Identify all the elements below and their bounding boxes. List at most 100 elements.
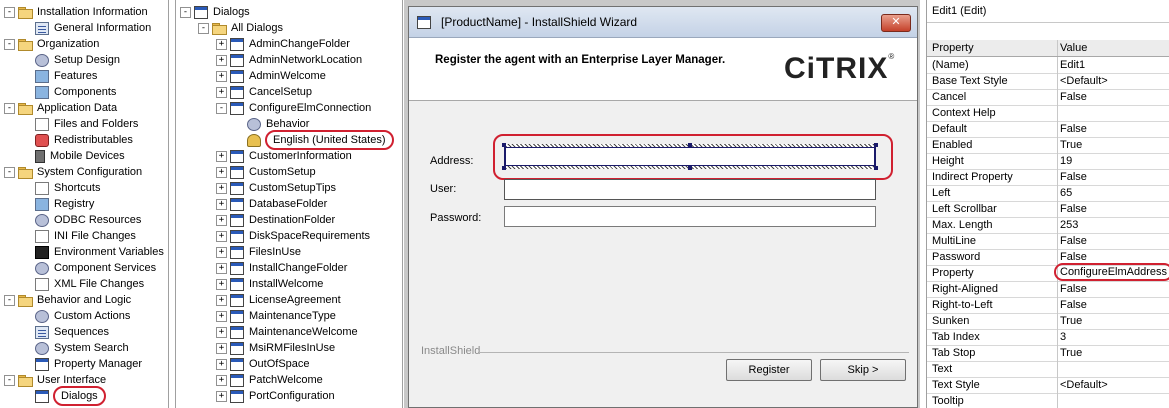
property-row[interactable]: (Name) Edit1 — [927, 57, 1169, 74]
skip-button[interactable]: Skip > — [820, 359, 906, 381]
property-row[interactable]: Indirect Property False — [927, 169, 1169, 186]
tree-item[interactable]: + CustomerInformation — [216, 148, 353, 164]
expand-toggle-icon[interactable]: + — [216, 374, 227, 386]
tree-item[interactable]: General Information — [35, 20, 152, 36]
collapse-toggle-icon[interactable]: - — [4, 374, 15, 386]
tree-item[interactable]: - Installation Information — [4, 4, 149, 20]
tree-item[interactable]: Property Manager — [35, 356, 143, 372]
expand-toggle-icon[interactable]: + — [216, 230, 227, 242]
expand-toggle-icon[interactable]: + — [216, 262, 227, 274]
tree-item[interactable]: + MaintenanceType — [216, 308, 337, 324]
property-row[interactable]: Tab Index 3 — [927, 329, 1169, 346]
property-value[interactable]: False — [1060, 281, 1087, 297]
tree-item[interactable]: - Dialogs — [180, 4, 251, 20]
property-value[interactable]: False — [1060, 233, 1087, 249]
tree-item[interactable]: Mobile Devices — [35, 148, 126, 164]
collapse-toggle-icon[interactable]: - — [4, 294, 15, 306]
expand-toggle-icon[interactable]: + — [216, 326, 227, 338]
property-row[interactable]: Text — [927, 361, 1169, 378]
tree-item[interactable]: Files and Folders — [35, 116, 139, 132]
password-field[interactable] — [504, 206, 876, 227]
property-row[interactable]: Cancel False — [927, 89, 1169, 106]
wizard-dialog-preview[interactable]: [ProductName] - InstallShield Wizard ✕ R… — [408, 6, 918, 408]
expand-toggle-icon[interactable]: + — [216, 246, 227, 258]
tree-item[interactable]: System Search — [35, 340, 130, 356]
tree-item[interactable]: Component Services — [35, 260, 157, 276]
tree-item[interactable]: + LicenseAgreement — [216, 292, 342, 308]
expand-toggle-icon[interactable]: + — [216, 390, 227, 402]
tree-item[interactable]: + CustomSetup — [216, 164, 317, 180]
tree-item[interactable]: + PatchWelcome — [216, 372, 324, 388]
property-value[interactable]: ConfigureElmAddress — [1054, 263, 1169, 281]
dialogs-tree[interactable]: - Dialogs - All Dialogs + AdminChangeFolder + A… — [175, 0, 403, 408]
expand-toggle-icon[interactable]: + — [216, 278, 227, 290]
property-value[interactable]: True — [1060, 313, 1082, 329]
address-field[interactable] — [502, 143, 878, 170]
tree-item[interactable]: - Application Data — [4, 100, 118, 116]
column-header-value[interactable]: Value — [1060, 40, 1087, 56]
column-header-property[interactable]: Property — [932, 40, 1057, 56]
property-row[interactable]: Left Scrollbar False — [927, 201, 1169, 218]
tree-item[interactable]: + DatabaseFolder — [216, 196, 328, 212]
property-row[interactable]: Height 19 — [927, 153, 1169, 170]
collapse-toggle-icon[interactable]: - — [4, 102, 15, 114]
collapse-toggle-icon[interactable]: - — [4, 38, 15, 50]
property-value[interactable]: <Default> — [1060, 377, 1108, 393]
tree-item[interactable]: Registry — [35, 196, 95, 212]
tree-item[interactable]: + FilesInUse — [216, 244, 302, 260]
expand-toggle-icon[interactable]: + — [216, 342, 227, 354]
tree-item[interactable]: + PortConfiguration — [216, 388, 336, 404]
resize-handle[interactable] — [874, 143, 878, 147]
property-row[interactable]: Enabled True — [927, 137, 1169, 154]
expand-toggle-icon[interactable]: + — [216, 70, 227, 82]
tree-item[interactable]: Environment Variables — [35, 244, 165, 260]
tree-item[interactable]: + MaintenanceWelcome — [216, 324, 359, 340]
resize-handle[interactable] — [502, 143, 506, 147]
tree-item[interactable]: - ConfigureElmConnection — [216, 100, 372, 116]
property-row[interactable]: Max. Length 253 — [927, 217, 1169, 234]
tree-item[interactable]: ODBC Resources — [35, 212, 142, 228]
property-value[interactable]: False — [1060, 121, 1087, 137]
property-row[interactable]: Sunken True — [927, 313, 1169, 330]
tree-item[interactable]: + AdminNetworkLocation — [216, 52, 363, 68]
expand-toggle-icon[interactable]: + — [216, 294, 227, 306]
property-value[interactable]: <Default> — [1060, 73, 1108, 89]
property-row[interactable]: Tab Stop True — [927, 345, 1169, 362]
resize-handle[interactable] — [874, 166, 878, 170]
user-field[interactable] — [504, 179, 876, 200]
tree-item[interactable]: Setup Design — [35, 52, 121, 68]
expand-toggle-icon[interactable]: + — [216, 358, 227, 370]
tree-item[interactable]: - All Dialogs — [198, 20, 284, 36]
property-row[interactable]: Right-Aligned False — [927, 281, 1169, 298]
property-grid[interactable]: Edit1 (Edit) Property Value (Name) Edit1 B… — [926, 0, 1169, 408]
property-value[interactable]: 253 — [1060, 217, 1078, 233]
resize-handle[interactable] — [688, 166, 692, 170]
tree-item[interactable]: + AdminChangeFolder — [216, 36, 351, 52]
tree-item[interactable]: Dialogs — [35, 386, 106, 406]
property-value[interactable]: Edit1 — [1060, 57, 1085, 73]
expand-toggle-icon[interactable]: + — [216, 310, 227, 322]
expand-toggle-icon[interactable]: + — [216, 150, 227, 162]
tree-item[interactable]: Features — [35, 68, 98, 84]
property-value[interactable]: True — [1060, 137, 1082, 153]
tree-item[interactable]: XML File Changes — [35, 276, 145, 292]
collapse-toggle-icon[interactable]: - — [4, 166, 15, 178]
property-row[interactable]: Default False — [927, 121, 1169, 138]
property-value[interactable]: False — [1060, 297, 1087, 313]
expand-toggle-icon[interactable]: + — [216, 86, 227, 98]
property-row[interactable]: Text Style <Default> — [927, 377, 1169, 394]
property-value[interactable]: False — [1060, 89, 1087, 105]
tree-item[interactable]: + MsiRMFilesInUse — [216, 340, 336, 356]
tree-item[interactable]: Custom Actions — [35, 308, 131, 324]
tree-item[interactable]: + InstallWelcome — [216, 276, 324, 292]
expand-toggle-icon[interactable]: + — [216, 182, 227, 194]
tree-item[interactable]: Components — [35, 84, 117, 100]
installation-designer-tree[interactable]: - Installation Information General Informa… — [0, 0, 169, 408]
collapse-toggle-icon[interactable]: - — [216, 102, 227, 114]
property-value[interactable]: 3 — [1060, 329, 1066, 345]
tree-item[interactable]: - Behavior and Logic — [4, 292, 132, 308]
tree-item[interactable]: + DiskSpaceRequirements — [216, 228, 371, 244]
expand-toggle-icon[interactable]: + — [216, 166, 227, 178]
tree-item[interactable]: + CancelSetup — [216, 84, 313, 100]
expand-toggle-icon[interactable]: + — [216, 198, 227, 210]
